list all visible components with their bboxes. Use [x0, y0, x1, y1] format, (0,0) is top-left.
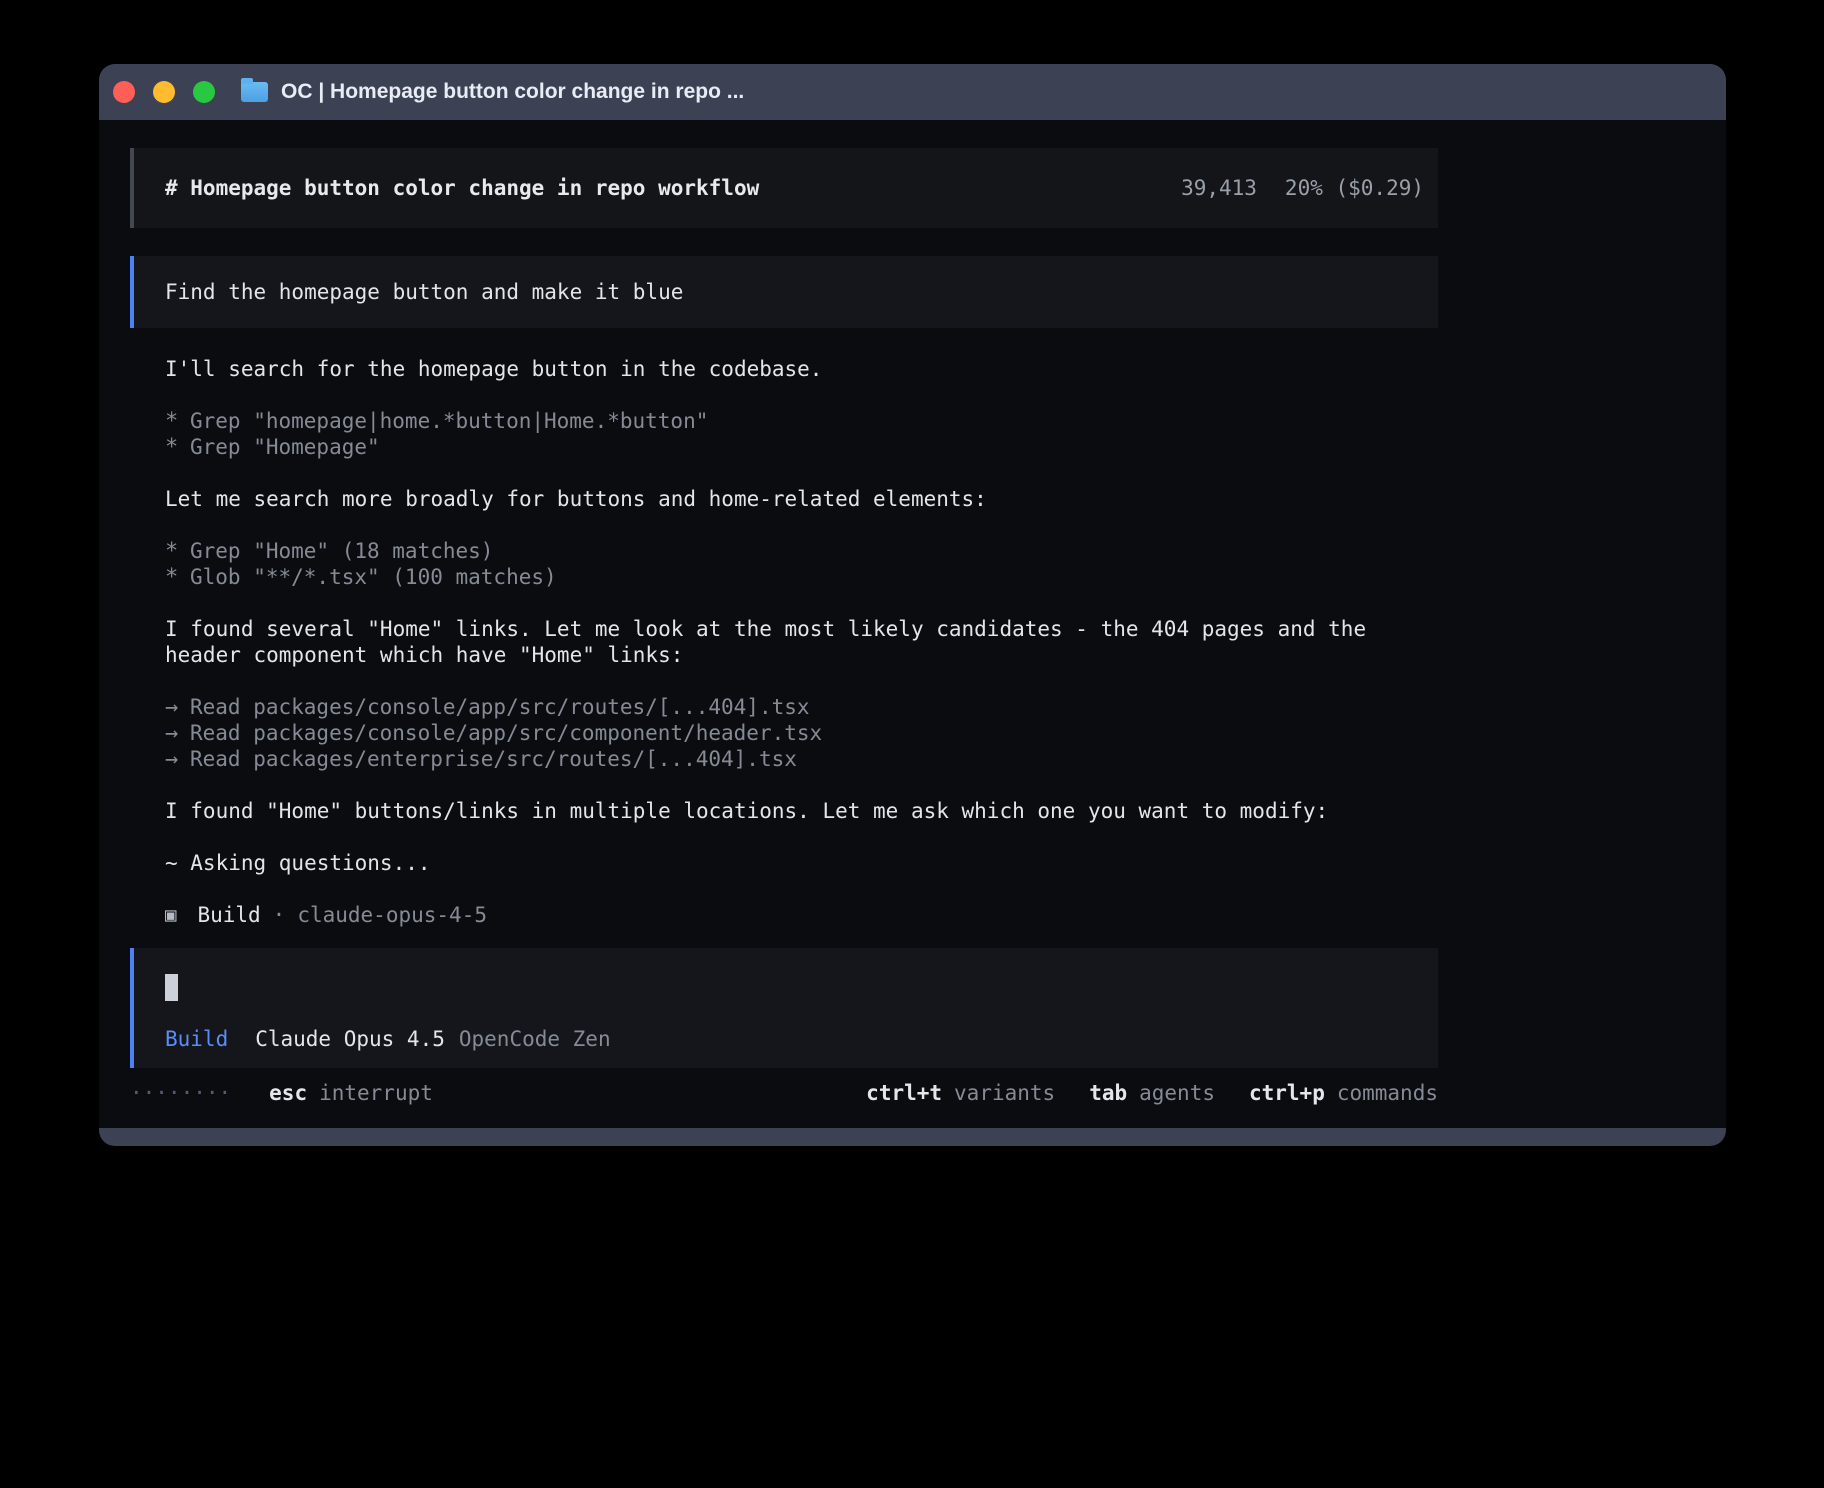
- shortcut-agents: tab agents: [1089, 1081, 1215, 1105]
- tool-call-grep: * Grep "homepage|home.*button|Home.*butt…: [165, 408, 1438, 434]
- square-dot-icon: ▣: [165, 902, 176, 928]
- zoom-button[interactable]: [193, 81, 215, 103]
- provider-label: OpenCode Zen: [459, 1026, 611, 1052]
- ctrl-t-key: ctrl+t: [866, 1081, 942, 1105]
- asterisk-icon: *: [165, 565, 190, 591]
- tool-call-read: → Read packages/enterprise/src/routes/[.…: [165, 746, 1438, 772]
- arrow-right-icon: →: [165, 695, 190, 721]
- text-cursor: [165, 974, 178, 1001]
- agent-name: Build: [197, 903, 260, 927]
- token-count: 39,413: [1181, 176, 1257, 200]
- esc-key: esc: [269, 1081, 307, 1105]
- terminal-content: # Homepage button color change in repo w…: [99, 120, 1726, 1128]
- agent-status-line: ▣ Build · claude-opus-4-5: [165, 902, 1438, 928]
- shortcut-esc: esc interrupt: [269, 1081, 433, 1105]
- conversation: I'll search for the homepage button in t…: [130, 356, 1438, 928]
- tool-call-read: → Read packages/console/app/src/componen…: [165, 720, 1438, 746]
- tool-call-grep: * Grep "Homepage": [165, 434, 1438, 460]
- asterisk-icon: *: [165, 539, 190, 565]
- variants-label: variants: [954, 1081, 1055, 1105]
- assistant-text: I'll search for the homepage button in t…: [165, 356, 1438, 382]
- window-title: OC | Homepage button color change in rep…: [281, 80, 744, 104]
- tool-call-text: Grep "Homepage": [190, 434, 380, 460]
- tool-call-glob: * Glob "**/*.tsx" (100 matches): [165, 564, 1438, 590]
- shortcut-variants: ctrl+t variants: [866, 1081, 1055, 1105]
- tool-call-text: Grep "Home" (18 matches): [190, 538, 493, 564]
- terminal-window: OC | Homepage button color change in rep…: [99, 64, 1726, 1146]
- traffic-lights: [113, 81, 215, 103]
- user-message-text: Find the homepage button and make it blu…: [165, 280, 683, 304]
- agents-label: agents: [1139, 1081, 1215, 1105]
- assistant-text: I found several "Home" links. Let me loo…: [165, 616, 1438, 668]
- minimize-button[interactable]: [153, 81, 175, 103]
- context-usage: 20% ($0.29): [1285, 176, 1424, 200]
- agent-model: claude-opus-4-5: [297, 903, 487, 927]
- assistant-text: I found "Home" buttons/links in multiple…: [165, 798, 1438, 824]
- user-message: Find the homepage button and make it blu…: [130, 256, 1438, 328]
- commands-label: commands: [1337, 1081, 1438, 1105]
- tool-call-read: → Read packages/console/app/src/routes/[…: [165, 694, 1438, 720]
- spinner-dots: ········: [130, 1081, 231, 1105]
- assistant-text: Let me search more broadly for buttons a…: [165, 486, 1438, 512]
- input-meta-row: Build Claude Opus 4.5 OpenCode Zen: [165, 1026, 1438, 1052]
- tool-call-text: Grep "homepage|home.*button|Home.*button…: [190, 408, 708, 434]
- folder-icon: [241, 82, 268, 102]
- asterisk-icon: *: [165, 409, 190, 435]
- tui-column: # Homepage button color change in repo w…: [130, 148, 1438, 1106]
- arrow-right-icon: →: [165, 747, 190, 773]
- tab-key: tab: [1089, 1081, 1127, 1105]
- window-titlebar[interactable]: OC | Homepage button color change in rep…: [99, 64, 1726, 120]
- session-header: # Homepage button color change in repo w…: [130, 148, 1438, 228]
- tool-call-text: Read packages/console/app/src/component/…: [190, 720, 822, 746]
- close-button[interactable]: [113, 81, 135, 103]
- tool-call-text: Read packages/console/app/src/routes/[..…: [190, 694, 810, 720]
- shortcut-list: ctrl+t variants tab agents ctrl+p comman…: [866, 1081, 1438, 1105]
- asterisk-icon: *: [165, 435, 190, 461]
- session-stats: 39,413 20% ($0.29): [1181, 176, 1424, 200]
- tool-call-text: Read packages/enterprise/src/routes/[...…: [190, 746, 797, 772]
- ctrl-p-key: ctrl+p: [1249, 1081, 1325, 1105]
- arrow-right-icon: →: [165, 721, 190, 747]
- status-line-asking: ~ Asking questions...: [165, 850, 1438, 876]
- session-title: # Homepage button color change in repo w…: [165, 176, 759, 200]
- tool-call-text: Glob "**/*.tsx" (100 matches): [190, 564, 557, 590]
- esc-label: interrupt: [319, 1081, 433, 1105]
- model-label: Claude Opus 4.5: [255, 1026, 445, 1052]
- tool-call-group: * Grep "homepage|home.*button|Home.*butt…: [165, 408, 1438, 460]
- status-bar: ········ esc interrupt ctrl+t variants t…: [130, 1080, 1438, 1106]
- tool-call-group: * Grep "Home" (18 matches) * Glob "**/*.…: [165, 538, 1438, 590]
- agent-mode-label[interactable]: Build: [165, 1026, 228, 1052]
- tool-call-group: → Read packages/console/app/src/routes/[…: [165, 694, 1438, 772]
- prompt-input[interactable]: Build Claude Opus 4.5 OpenCode Zen: [130, 948, 1438, 1068]
- shortcut-commands: ctrl+p commands: [1249, 1081, 1438, 1105]
- dot-separator: ·: [273, 903, 286, 927]
- tool-call-grep: * Grep "Home" (18 matches): [165, 538, 1438, 564]
